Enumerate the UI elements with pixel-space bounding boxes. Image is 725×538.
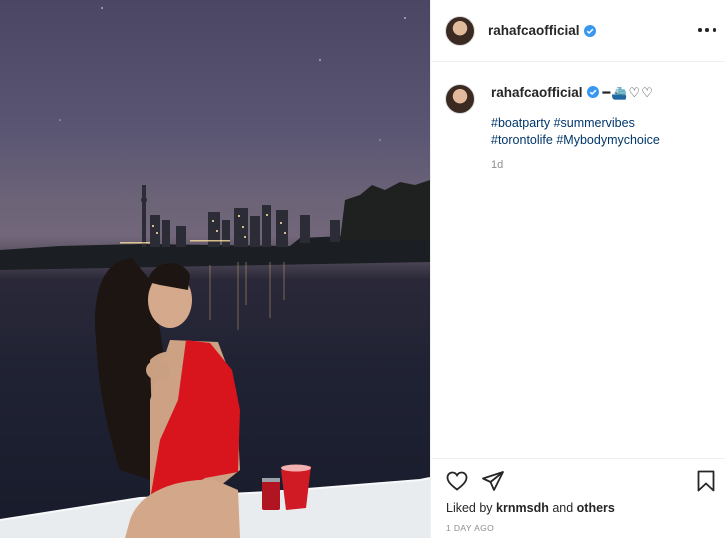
liked-by-and: and	[552, 501, 574, 515]
caption-text: ━⛴️♡♡	[602, 85, 654, 100]
bookmark-icon[interactable]	[694, 469, 718, 493]
avatar[interactable]	[445, 15, 475, 46]
caption-body: rahafcaofficial ━⛴️♡♡ #boatparty #summerv…	[491, 84, 681, 174]
post-photo[interactable]	[0, 0, 430, 538]
post-header: rahafcaofficial	[431, 0, 725, 62]
caption-timestamp[interactable]: 1d	[491, 157, 681, 174]
liked-by-prefix: Liked by	[446, 501, 493, 515]
liked-by: Liked by krnmsdh and others	[446, 501, 615, 515]
photo-scene	[0, 7, 430, 538]
more-options-icon[interactable]	[696, 20, 718, 40]
verified-badge-icon	[586, 86, 599, 98]
header-username[interactable]: rahafcaofficial	[488, 23, 580, 38]
hashtag-link[interactable]: #summervibes	[554, 116, 635, 130]
liked-by-others[interactable]: others	[577, 501, 615, 515]
paper-plane-icon[interactable]	[481, 469, 505, 493]
caption-avatar[interactable]	[445, 84, 475, 114]
action-bar: Liked by krnmsdh and others 1 DAY AGO	[431, 458, 725, 538]
heart-icon[interactable]	[445, 469, 469, 493]
verified-badge-icon	[583, 24, 596, 37]
hashtag-list: #boatparty #summervibes #torontolife #My…	[491, 115, 681, 149]
liked-by-user[interactable]: krnmsdh	[496, 501, 549, 515]
hashtag-link[interactable]: #Mybodymychoice	[556, 133, 660, 147]
caption: rahafcaofficial ━⛴️♡♡ #boatparty #summerv…	[445, 84, 715, 174]
post-side-panel: rahafcaofficial rahafcaofficial ━⛴️♡♡ #bo…	[430, 0, 725, 538]
post-date[interactable]: 1 DAY AGO	[446, 523, 494, 533]
hashtag-link[interactable]: #boatparty	[491, 116, 550, 130]
hashtag-link[interactable]: #torontolife	[491, 133, 553, 147]
caption-username[interactable]: rahafcaofficial	[491, 85, 583, 100]
